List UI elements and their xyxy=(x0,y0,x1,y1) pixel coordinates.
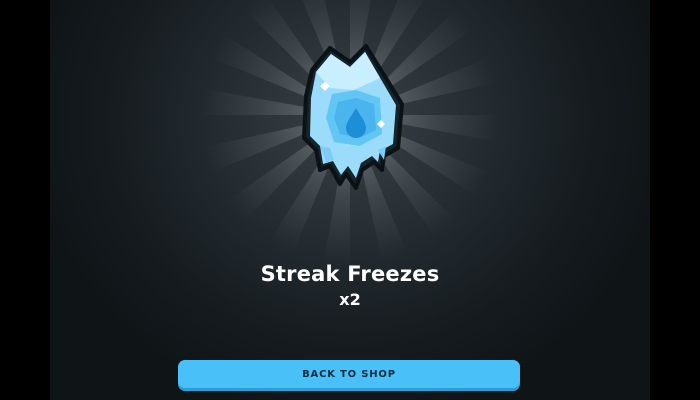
reward-quantity: x2 xyxy=(339,290,361,309)
back-to-shop-button[interactable]: BACK TO SHOP xyxy=(178,360,520,388)
streak-freeze-icon xyxy=(302,44,404,190)
reward-title: Streak Freezes xyxy=(260,262,440,286)
reward-screen: Streak Freezes x2 BACK TO SHOP xyxy=(50,0,650,400)
back-to-shop-label: BACK TO SHOP xyxy=(302,368,396,380)
